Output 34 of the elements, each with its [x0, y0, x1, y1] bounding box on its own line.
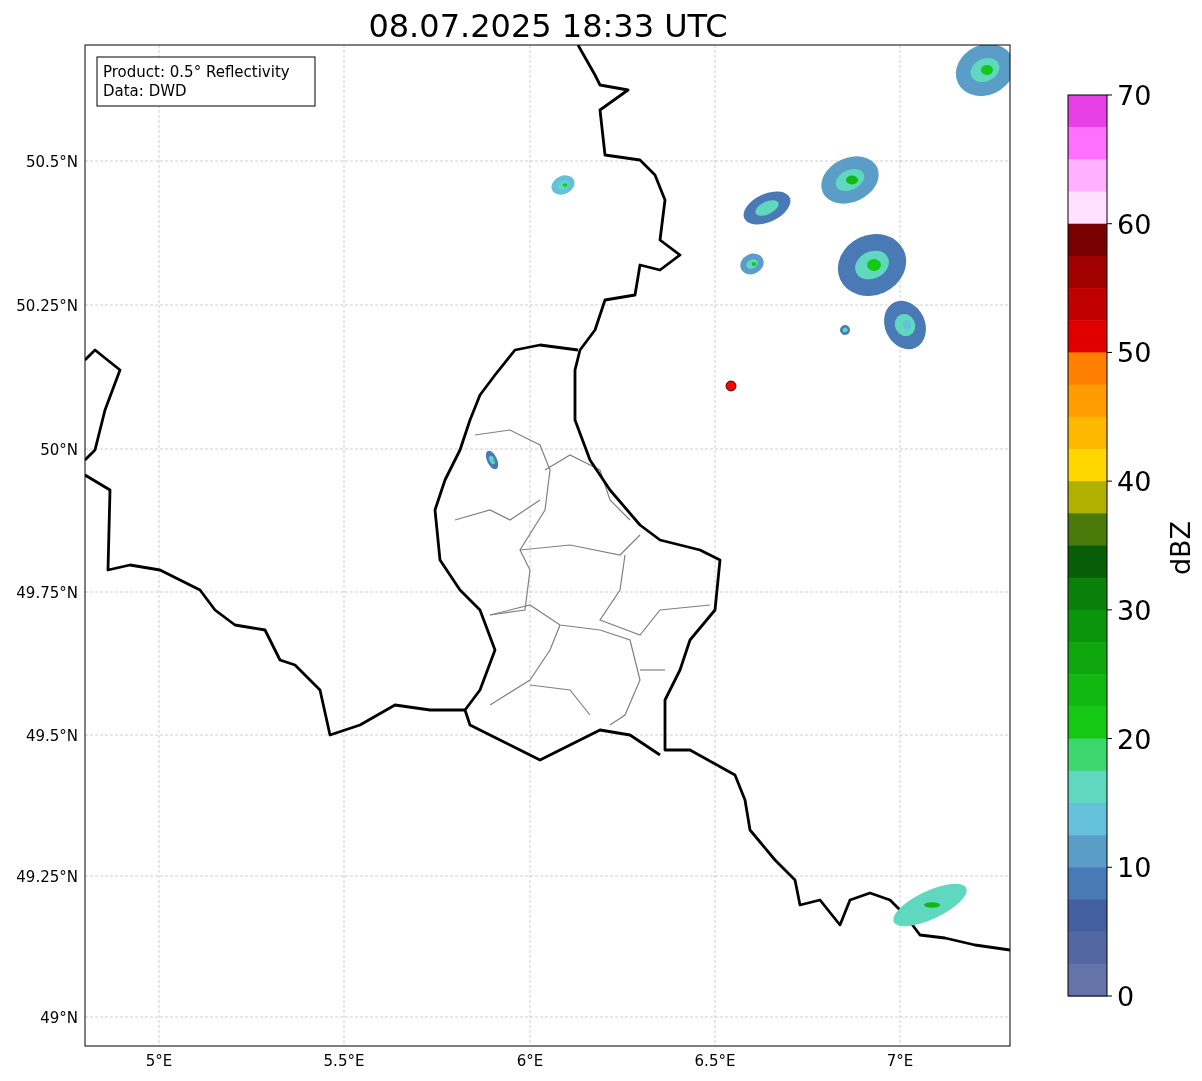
radar-echo	[840, 325, 850, 335]
radar-echo	[821, 156, 879, 204]
legend-text: Data: DWD	[103, 82, 187, 100]
longitude-label: 7°E	[886, 1052, 914, 1070]
chart-title: 08.07.2025 18:33 UTC	[368, 7, 728, 45]
colorbar-tick-label: 50	[1117, 337, 1152, 369]
longitude-label: 6.5°E	[694, 1052, 736, 1070]
radar-site-marker	[725, 380, 737, 392]
colorbar-tick-label: 20	[1117, 723, 1152, 755]
colorbar-tick-label: 60	[1117, 208, 1152, 240]
latitude-label: 49°N	[40, 1009, 78, 1027]
colorbar-tick-label: 30	[1117, 594, 1152, 626]
radar-echo	[740, 253, 764, 275]
longitude-label: 6°E	[516, 1052, 544, 1070]
latitude-label: 49.75°N	[16, 584, 78, 602]
radar-echo	[837, 234, 907, 296]
radar-echo	[551, 175, 575, 195]
latitude-label: 49.25°N	[16, 868, 78, 886]
latitude-label: 49.5°N	[25, 727, 78, 745]
latitude-label: 50.5°N	[25, 153, 78, 171]
radar-echo	[743, 191, 791, 225]
colorbar-tick-label: 0	[1117, 981, 1135, 1012]
legend-text: Product: 0.5° Reflectivity	[103, 63, 290, 81]
radar-echo	[485, 450, 499, 470]
radar-echo	[884, 300, 926, 350]
colorbar-tick-label: 40	[1117, 466, 1152, 498]
colorbar-label: dBZ	[1165, 520, 1196, 576]
colorbar-tick-label: 70	[1117, 80, 1152, 111]
longitude-label: 5.5°E	[323, 1052, 365, 1070]
colorbar-tick-label: 10	[1117, 852, 1152, 884]
radar-echo	[955, 45, 1010, 96]
longitude-label: 5°E	[145, 1052, 173, 1070]
latitude-label: 50°N	[40, 441, 78, 459]
latitude-label: 50.25°N	[16, 297, 78, 315]
